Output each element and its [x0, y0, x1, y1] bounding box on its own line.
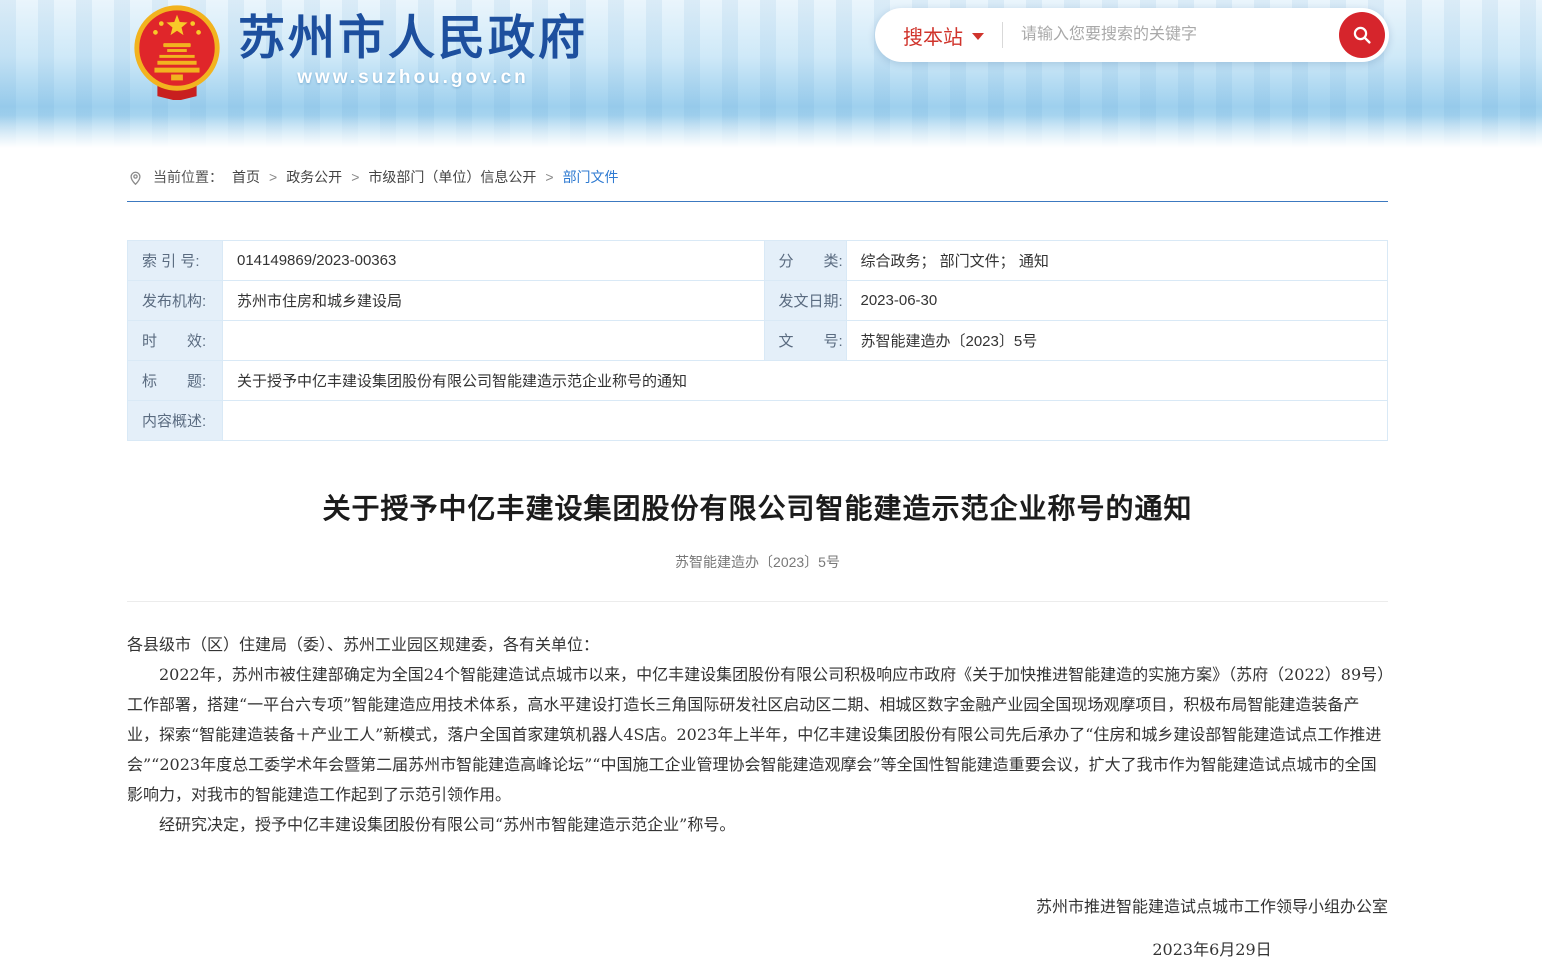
meta-value-validity [223, 321, 765, 361]
breadcrumb-separator: > [269, 169, 277, 185]
page: 苏州市人民政府 www.suzhou.gov.cn 搜本站 [0, 0, 1542, 965]
meta-value-issue-date: 2023-06-30 [846, 281, 1388, 321]
site-title: 苏州市人民政府 [238, 12, 588, 64]
document-article: 关于授予中亿丰建设集团股份有限公司智能建造示范企业称号的通知 苏智能建造办〔20… [127, 487, 1388, 965]
location-pin-icon [127, 169, 144, 186]
meta-label-validity: 时 效: [128, 321, 223, 361]
breadcrumb-separator: > [545, 169, 553, 185]
meta-value-doc-number: 苏智能建造办〔2023〕5号 [846, 321, 1388, 361]
meta-label-summary: 内容概述: [128, 401, 223, 441]
search-divider [1002, 22, 1003, 48]
signature-date: 2023年6月29日 [1036, 935, 1388, 965]
breadcrumb-prefix: 当前位置： [153, 167, 223, 187]
breadcrumb: 当前位置： 首页 > 政务公开 > 市级部门（单位）信息公开 > 部门文件 [127, 148, 1388, 187]
title-divider [127, 601, 1388, 602]
search-bar: 搜本站 [875, 8, 1389, 62]
meta-label-issue-date: 发文日期: [764, 281, 846, 321]
search-input[interactable] [1019, 25, 1339, 45]
meta-value-index: 014149869/2023-00363 [223, 241, 765, 281]
meta-value-summary [223, 401, 1388, 441]
document-number: 苏智能建造办〔2023〕5号 [127, 552, 1388, 572]
search-icon [1350, 23, 1374, 47]
breadcrumb-gov-info[interactable]: 政务公开 [286, 167, 342, 187]
document-meta-table: 索 引 号: 014149869/2023-00363 分 类: 综合政务； 部… [127, 240, 1388, 441]
meta-value-agency: 苏州市住房和城乡建设局 [223, 281, 765, 321]
meta-row-summary: 内容概述: [128, 401, 1388, 441]
site-url: www.suzhou.gov.cn [238, 67, 588, 89]
meta-label-index: 索 引 号: [128, 241, 223, 281]
body-paragraph: 2022年，苏州市被住建部确定为全国24个智能建造试点城市以来，中亿丰建设集团股… [127, 660, 1388, 810]
meta-value-category: 综合政务； 部门文件； 通知 [846, 241, 1388, 281]
breadcrumb-current[interactable]: 部门文件 [563, 167, 619, 187]
document-body: 各县级市（区）住建局（委）、苏州工业园区规建委，各有关单位： 2022年，苏州市… [127, 630, 1388, 965]
search-scope-label: 搜本站 [903, 21, 963, 50]
search-scope-dropdown[interactable]: 搜本站 [903, 21, 984, 50]
meta-value-title: 关于授予中亿丰建设集团股份有限公司智能建造示范企业称号的通知 [223, 361, 1388, 401]
signature-inner: 苏州市推进智能建造试点城市工作领导小组办公室 2023年6月29日 [1036, 892, 1388, 965]
document-title: 关于授予中亿丰建设集团股份有限公司智能建造示范企业称号的通知 [127, 487, 1388, 527]
site-header: 苏州市人民政府 www.suzhou.gov.cn 搜本站 [0, 0, 1542, 148]
salutation: 各县级市（区）住建局（委）、苏州工业园区规建委，各有关单位： [127, 630, 1388, 660]
breadcrumb-divider [127, 201, 1388, 202]
meta-label-agency: 发布机构: [128, 281, 223, 321]
meta-row-agency-date: 发布机构: 苏州市住房和城乡建设局 发文日期: 2023-06-30 [128, 281, 1388, 321]
national-emblem-logo [128, 2, 226, 100]
breadcrumb-home[interactable]: 首页 [232, 167, 260, 187]
search-button[interactable] [1339, 12, 1385, 58]
meta-row-title: 标 题: 关于授予中亿丰建设集团股份有限公司智能建造示范企业称号的通知 [128, 361, 1388, 401]
meta-row-index-category: 索 引 号: 014149869/2023-00363 分 类: 综合政务； 部… [128, 241, 1388, 281]
brand-text: 苏州市人民政府 www.suzhou.gov.cn [238, 2, 588, 89]
meta-label-category: 分 类: [764, 241, 846, 281]
breadcrumb-dept-info[interactable]: 市级部门（单位）信息公开 [368, 167, 536, 187]
signature-block: 苏州市推进智能建造试点城市工作领导小组办公室 2023年6月29日 [127, 892, 1388, 965]
chevron-down-icon [972, 33, 984, 40]
meta-label-doc-number: 文 号: [764, 321, 846, 361]
content-area: 当前位置： 首页 > 政务公开 > 市级部门（单位）信息公开 > 部门文件 索 … [127, 148, 1388, 965]
site-brand[interactable]: 苏州市人民政府 www.suzhou.gov.cn [128, 2, 588, 100]
breadcrumb-separator: > [351, 169, 359, 185]
body-paragraph: 经研究决定，授予中亿丰建设集团股份有限公司“苏州市智能建造示范企业”称号。 [127, 810, 1388, 840]
meta-row-validity-docnum: 时 效: 文 号: 苏智能建造办〔2023〕5号 [128, 321, 1388, 361]
meta-label-title: 标 题: [128, 361, 223, 401]
